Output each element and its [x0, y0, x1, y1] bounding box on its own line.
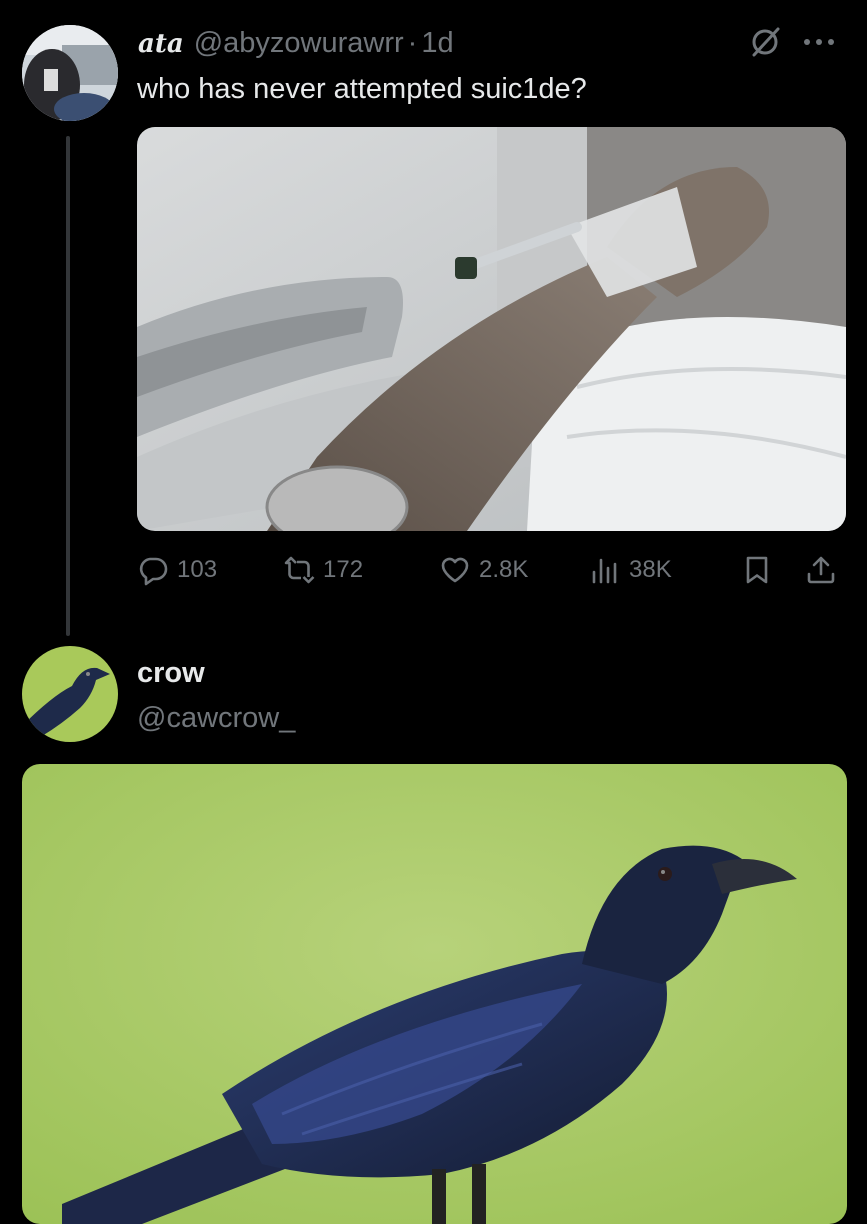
display-name[interactable]: crow: [137, 655, 205, 691]
grok-icon[interactable]: [748, 25, 782, 64]
tweet-top-icons: [748, 24, 836, 64]
timestamp[interactable]: 1d: [421, 27, 453, 59]
hospital-photo: [137, 127, 846, 531]
share-icon: [807, 556, 835, 584]
views-count: 38K: [629, 556, 672, 583]
like-count: 2.8K: [479, 556, 529, 583]
thread-line: [66, 136, 70, 636]
bookmark-icon: [746, 556, 768, 584]
like-button[interactable]: 2.8K: [439, 548, 528, 592]
tweet-media-photo[interactable]: [137, 127, 846, 531]
avatar-image: [22, 25, 118, 121]
crow-photo: [22, 764, 847, 1224]
separator: ·: [407, 27, 418, 59]
handle[interactable]: @abyzowurawrr: [194, 27, 404, 59]
avatar-ata[interactable]: [22, 25, 118, 121]
display-name[interactable]: ata: [138, 29, 184, 59]
retweet-icon: [284, 556, 315, 584]
tweet-action-bar: 103 172 2.8K 38K: [137, 548, 846, 592]
tweet-text: who has never attempted suic1de?: [137, 73, 587, 105]
avatar-image: [22, 646, 118, 742]
share-button[interactable]: [805, 548, 837, 592]
more-icon[interactable]: [802, 35, 836, 54]
views-icon: [592, 558, 617, 584]
avatar-crow[interactable]: [22, 646, 118, 742]
tweet-header: ata @abyzowurawrr · 1d: [138, 25, 454, 62]
retweet-button[interactable]: 172: [283, 548, 363, 592]
reply-count: 103: [177, 556, 218, 583]
reply-icon: [139, 557, 168, 586]
retweet-count: 172: [323, 556, 364, 583]
views-button[interactable]: 38K: [589, 548, 672, 592]
tweet-media-photo[interactable]: [22, 764, 847, 1224]
like-icon: [441, 557, 469, 583]
bookmark-button[interactable]: [741, 548, 773, 592]
reply-button[interactable]: 103: [137, 548, 217, 592]
handle[interactable]: @cawcrow_: [137, 700, 295, 736]
